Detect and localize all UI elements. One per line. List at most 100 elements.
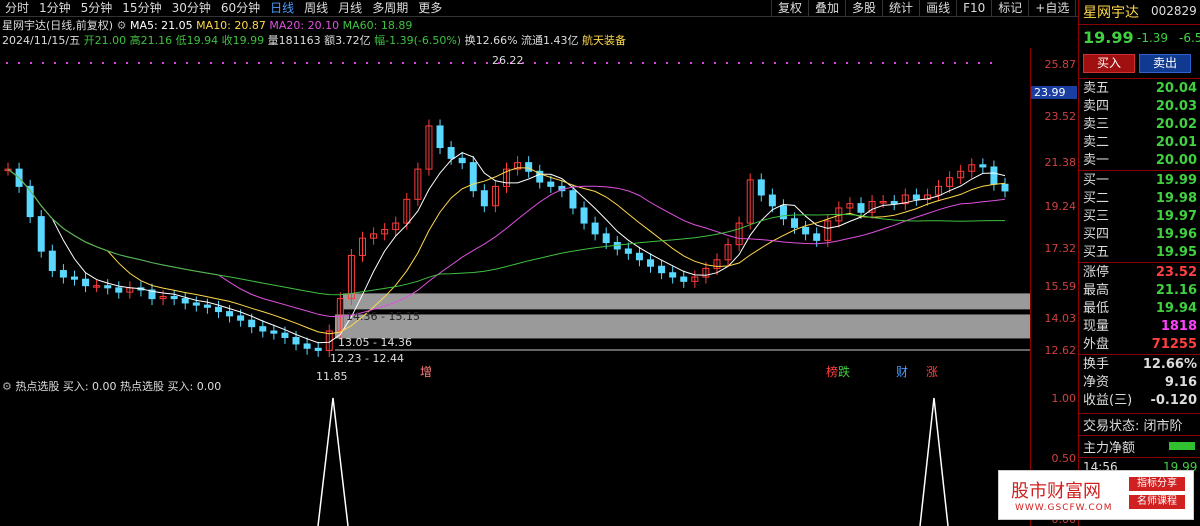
dot-marker (306, 62, 308, 64)
buy-button[interactable]: 买入 (1083, 54, 1135, 73)
toolbar-button-3[interactable]: 统计 (882, 0, 919, 17)
watermark-tag1: 指标分享 (1129, 477, 1185, 491)
period-tab-0[interactable]: 分时 (0, 0, 34, 17)
dot-marker (150, 62, 152, 64)
dot-marker (618, 62, 620, 64)
candle-body (1001, 183, 1009, 192)
candle-body (813, 233, 821, 241)
watermark-tag2: 名师课程 (1129, 495, 1185, 509)
period-tab-3[interactable]: 15分钟 (117, 0, 166, 17)
indicator-chart[interactable] (0, 380, 1030, 526)
period-tab-2[interactable]: 5分钟 (76, 0, 118, 17)
toolbar-button-1[interactable]: 叠加 (808, 0, 845, 17)
candle-body (447, 147, 455, 159)
candle-body (37, 216, 45, 252)
volume-label: 量181163 (267, 34, 321, 47)
candle-body (979, 164, 987, 168)
candle-body (237, 315, 245, 321)
dot-marker (714, 62, 716, 64)
dot-marker (786, 62, 788, 64)
period-tab-9[interactable]: 多周期 (367, 0, 413, 17)
period-tab-7[interactable]: 周线 (299, 0, 333, 17)
dot-marker (162, 62, 164, 64)
panel-row: 现量 1818 (1083, 318, 1199, 336)
panel-row-value: 19.96 (1155, 227, 1197, 242)
panel-row: 最低 19.94 (1083, 300, 1199, 318)
dot-marker (894, 62, 896, 64)
panel-row-label: 买四 (1083, 227, 1110, 242)
panel-row: 换手 12.66% (1083, 356, 1199, 374)
dot-marker (318, 62, 320, 64)
panel-row-value: 1818 (1160, 319, 1197, 334)
dot-marker (726, 62, 728, 64)
float-label: 流通1.43亿 (521, 34, 579, 47)
period-tab-4[interactable]: 30分钟 (167, 0, 216, 17)
dot-marker (426, 62, 428, 64)
candle-body (602, 233, 610, 244)
dot-marker (354, 62, 356, 64)
dot-marker (18, 62, 20, 64)
dot-marker (6, 62, 8, 64)
dot-marker (762, 62, 764, 64)
period-tab-8[interactable]: 月线 (333, 0, 367, 17)
panel-row: 收益(三) -0.120 (1083, 392, 1199, 410)
toolbar-button-6[interactable]: 标记 (991, 0, 1028, 17)
dot-marker (486, 62, 488, 64)
zone-band (343, 293, 1030, 310)
period-tab-6[interactable]: 日线 (265, 0, 299, 17)
candlestick-chart[interactable]: 26.22 11.85 14.36 - 15.15 13.05 - 14.36 12.2… (0, 48, 1030, 380)
dot-marker (630, 62, 632, 64)
panel-row: 买三 19.97 (1083, 208, 1199, 226)
low-label: 低19.94 (175, 34, 219, 47)
chart-tools: 复权叠加多股统计画线F10标记+自选返回 (771, 0, 1112, 17)
axis-tick: 15.59 (1044, 280, 1077, 293)
period-tabs: 分时 1分钟 5分钟 15分钟 30分钟 60分钟 日线 周线 月线 多周期 更多 (0, 0, 447, 17)
axis-tick: 17.32 (1044, 242, 1077, 255)
panel-row: 卖二 20.01 (1083, 134, 1199, 152)
panel-row: 买四 19.96 (1083, 226, 1199, 244)
panel-row: 买二 19.98 (1083, 190, 1199, 208)
settings-icon[interactable]: ⚙ (117, 19, 130, 32)
toolbar-button-5[interactable]: F10 (956, 0, 991, 17)
period-tab-10[interactable]: 更多 (413, 0, 447, 17)
axis-tick: 14.03 (1044, 312, 1077, 325)
period-tab-5[interactable]: 60分钟 (216, 0, 265, 17)
panel-row: 卖三 20.02 (1083, 116, 1199, 134)
candle-body (104, 285, 112, 289)
toolbar-button-7[interactable]: +自选 (1028, 0, 1075, 17)
panel-row: 最高 21.16 (1083, 282, 1199, 300)
panel-row-label: 收益(三) (1083, 393, 1133, 408)
panel-row: 买一 19.99 (1083, 172, 1199, 190)
period-tab-1[interactable]: 1分钟 (34, 0, 76, 17)
toolbar-button-2[interactable]: 多股 (845, 0, 882, 17)
dot-marker (702, 62, 704, 64)
toolbar-button-0[interactable]: 复权 (771, 0, 808, 17)
dot-marker (582, 62, 584, 64)
dot-marker (342, 62, 344, 64)
high-label: 高21.16 (129, 34, 173, 47)
dot-marker (54, 62, 56, 64)
dot-marker (90, 62, 92, 64)
axis-tick: 19.24 (1044, 200, 1077, 213)
dot-marker (750, 62, 752, 64)
candle-body (181, 298, 189, 304)
candle-body (480, 190, 488, 207)
candle-body (82, 278, 90, 287)
toolbar-button-4[interactable]: 画线 (919, 0, 956, 17)
candle-body (857, 203, 865, 213)
panel-row: 外盘 71255 (1083, 336, 1199, 354)
candle-body (779, 205, 787, 220)
low-label: 11.85 (316, 370, 348, 380)
sell-button[interactable]: 卖出 (1139, 54, 1191, 73)
main-net-label[interactable]: 主力净额 (1083, 437, 1135, 456)
dot-marker (234, 62, 236, 64)
sector-label[interactable]: 航天装备 (582, 34, 626, 47)
dot-marker (774, 62, 776, 64)
dot-marker (66, 62, 68, 64)
dot-marker (366, 62, 368, 64)
dot-marker (738, 62, 740, 64)
candle-body (214, 306, 222, 313)
panel-row-value: 21.16 (1155, 283, 1197, 298)
dot-marker (954, 62, 956, 64)
dot-marker (606, 62, 608, 64)
